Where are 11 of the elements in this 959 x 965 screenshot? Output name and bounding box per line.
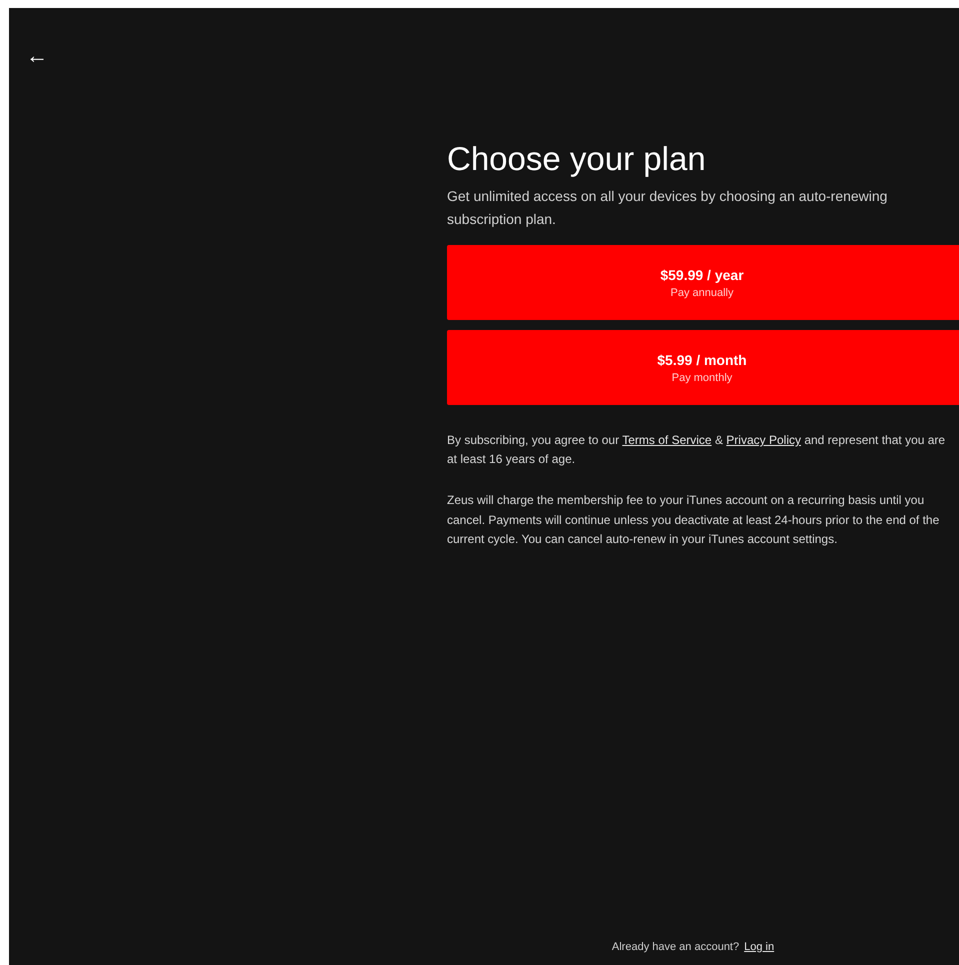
subtitle: Get unlimited access on all your devices by choosing an auto-renewing subscription plan. [447, 187, 888, 229]
plan-button[interactable]: $59.99 / year Pay annually [447, 245, 959, 320]
plan-button[interactable]: $5.99 / month Pay monthly [447, 330, 959, 405]
terms-link[interactable]: Terms of Service [622, 433, 712, 447]
privacy-link[interactable]: Privacy Policy [726, 433, 801, 447]
account-prompt: Already have an account? [612, 941, 740, 953]
billing-note: Zeus will charge the membership fee to your iTunes account on a recurring basis until you cancel. Payments will continue unless you deactivate at least 24-hours prior to the end of the current cycle. You can cancel auto-renew in your iTunes account settings. [447, 492, 940, 548]
terms-notice: By subscribing, you agree to our Terms of Service & Privacy Policy and represent that you are at least 16 years of age. [447, 432, 946, 468]
page-title: Choose your plan [447, 139, 707, 179]
login-link[interactable]: Log in [744, 941, 774, 953]
back-button[interactable]: ← [25, 45, 49, 67]
